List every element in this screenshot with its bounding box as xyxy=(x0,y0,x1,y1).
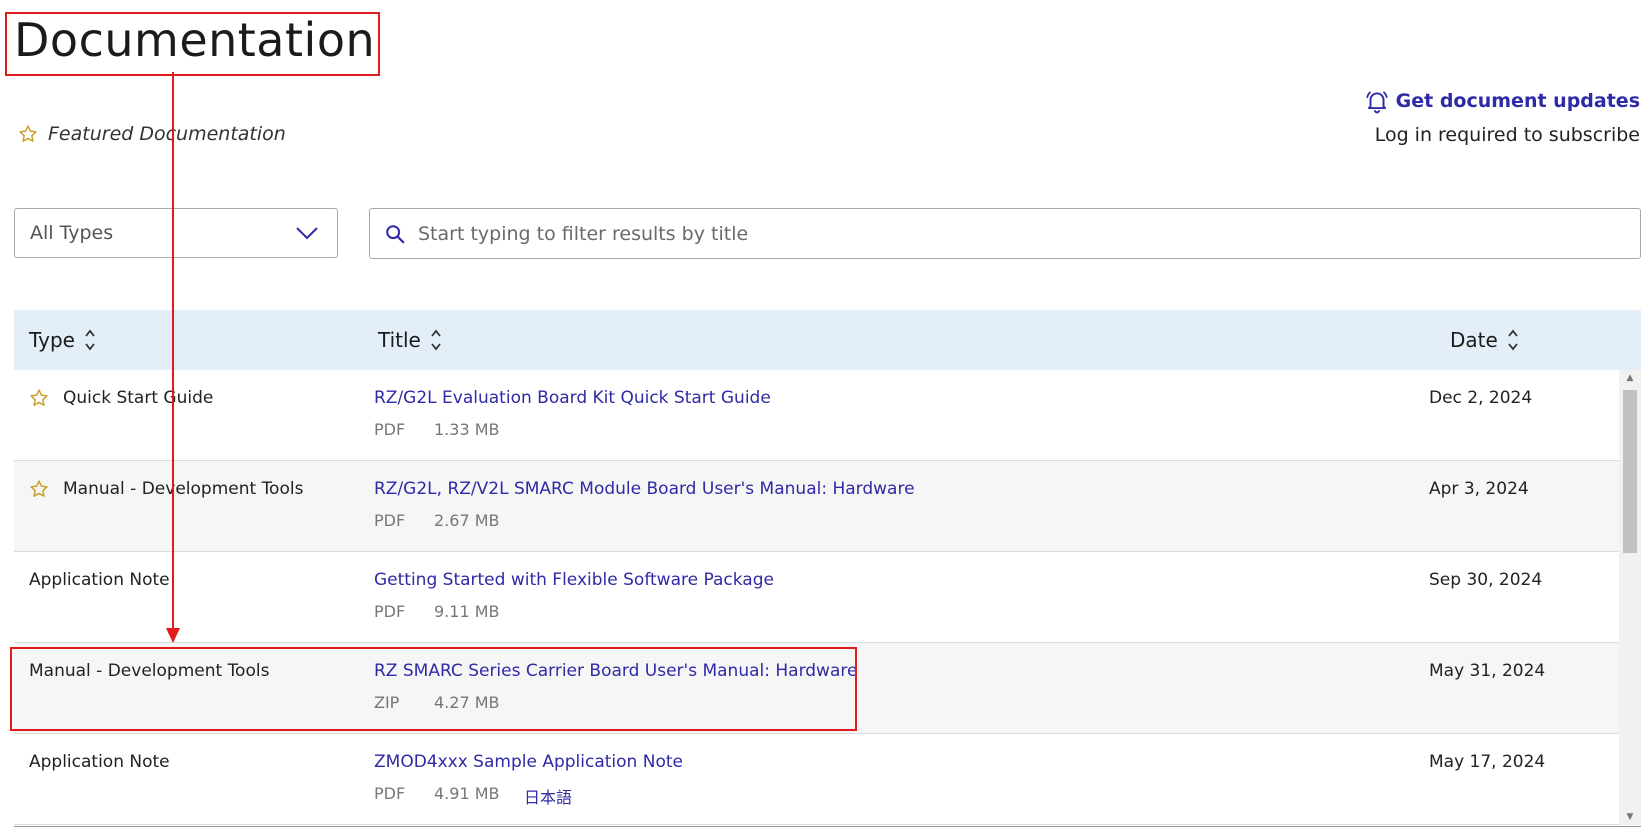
file-size: 4.91 MB xyxy=(434,784,500,803)
table-scrollbar[interactable]: ▲ ▼ xyxy=(1619,370,1641,825)
date-cell: Apr 3, 2024 xyxy=(1429,479,1529,499)
type-cell: Application Note xyxy=(29,570,170,590)
sort-icon xyxy=(1508,329,1518,351)
documents-table-body: Quick Start Guide RZ/G2L Evaluation Boar… xyxy=(14,370,1619,825)
type-label: Application Note xyxy=(29,570,170,590)
date-cell: Dec 2, 2024 xyxy=(1429,388,1533,408)
title-cell: RZ/G2L Evaluation Board Kit Quick Start … xyxy=(374,388,771,439)
file-size: 9.11 MB xyxy=(434,602,500,621)
scrollbar-thumb[interactable] xyxy=(1623,390,1637,553)
get-document-updates-link[interactable]: Get document updates xyxy=(1364,88,1640,114)
table-bottom-border xyxy=(14,826,1641,827)
file-format: PDF xyxy=(374,420,406,439)
title-cell: Getting Started with Flexible Software P… xyxy=(374,570,774,621)
date-cell: Sep 30, 2024 xyxy=(1429,570,1543,590)
title-cell: ZMOD4xxx Sample Application Note PDF 4.91… xyxy=(374,752,683,808)
file-format: PDF xyxy=(374,511,406,530)
column-date-label: Date xyxy=(1450,328,1498,352)
column-header-title[interactable]: Title xyxy=(378,327,442,353)
type-label: Application Note xyxy=(29,752,170,772)
column-header-type[interactable]: Type xyxy=(29,327,96,353)
subscribe-login-note: Log in required to subscribe xyxy=(1374,124,1640,146)
type-cell: Manual - Development Tools xyxy=(29,661,269,681)
date-cell: May 31, 2024 xyxy=(1429,661,1546,681)
get-document-updates-label: Get document updates xyxy=(1395,90,1640,112)
column-type-label: Type xyxy=(29,328,75,352)
file-format: ZIP xyxy=(374,693,400,712)
featured-star-icon xyxy=(30,389,48,406)
table-row: Application Note Getting Started with Fl… xyxy=(14,552,1619,643)
type-label: Manual - Development Tools xyxy=(63,479,304,499)
document-link[interactable]: RZ SMARC Series Carrier Board User's Man… xyxy=(374,661,857,681)
document-link[interactable]: RZ/G2L, RZ/V2L SMARC Module Board User's… xyxy=(374,479,915,499)
file-size: 4.27 MB xyxy=(434,693,500,712)
document-link[interactable]: Getting Started with Flexible Software P… xyxy=(374,570,774,590)
table-header: Type Title Date xyxy=(14,310,1641,370)
table-row: Manual - Development Tools RZ SMARC Seri… xyxy=(14,643,1619,734)
search-icon xyxy=(386,224,405,243)
chevron-down-icon xyxy=(296,227,318,240)
title-search-box[interactable] xyxy=(369,208,1641,259)
type-cell: Manual - Development Tools xyxy=(29,479,303,499)
table-row: Quick Start Guide RZ/G2L Evaluation Boar… xyxy=(14,370,1619,461)
star-outline-icon xyxy=(19,125,37,142)
type-label: Quick Start Guide xyxy=(63,388,214,408)
page-title: Documentation xyxy=(14,13,376,67)
featured-documentation-filter[interactable]: Featured Documentation xyxy=(18,123,286,145)
table-row: Application Note ZMOD4xxx Sample Applica… xyxy=(14,734,1619,825)
type-filter-value: All Types xyxy=(30,222,114,244)
file-size: 2.67 MB xyxy=(434,511,500,530)
date-cell: May 17, 2024 xyxy=(1429,752,1546,772)
file-format: PDF xyxy=(374,602,406,621)
type-label: Manual - Development Tools xyxy=(29,661,270,681)
column-title-label: Title xyxy=(378,328,421,352)
type-cell: Application Note xyxy=(29,752,170,772)
sort-icon xyxy=(431,329,441,351)
scroll-down-arrow-icon[interactable]: ▼ xyxy=(1619,809,1641,825)
sort-icon xyxy=(85,329,95,351)
table-row: Manual - Development Tools RZ/G2L, RZ/V2… xyxy=(14,461,1619,552)
column-header-date[interactable]: Date xyxy=(1450,327,1519,353)
type-cell: Quick Start Guide xyxy=(29,388,213,408)
title-cell: RZ SMARC Series Carrier Board User's Man… xyxy=(374,661,857,712)
title-search-input[interactable] xyxy=(416,221,1626,246)
type-filter-select[interactable]: All Types xyxy=(14,208,338,258)
document-updates: Get document updates Log in required to … xyxy=(1364,88,1640,146)
scroll-up-arrow-icon[interactable]: ▲ xyxy=(1619,370,1641,386)
language-link[interactable]: 日本語 xyxy=(524,784,572,808)
document-link[interactable]: ZMOD4xxx Sample Application Note xyxy=(374,752,683,772)
title-cell: RZ/G2L, RZ/V2L SMARC Module Board User's… xyxy=(374,479,915,530)
document-link[interactable]: RZ/G2L Evaluation Board Kit Quick Start … xyxy=(374,388,771,408)
file-format: PDF xyxy=(374,784,406,803)
featured-star-icon xyxy=(30,480,48,497)
file-size: 1.33 MB xyxy=(434,420,500,439)
featured-documentation-label: Featured Documentation xyxy=(48,123,286,145)
bell-icon xyxy=(1366,91,1388,114)
